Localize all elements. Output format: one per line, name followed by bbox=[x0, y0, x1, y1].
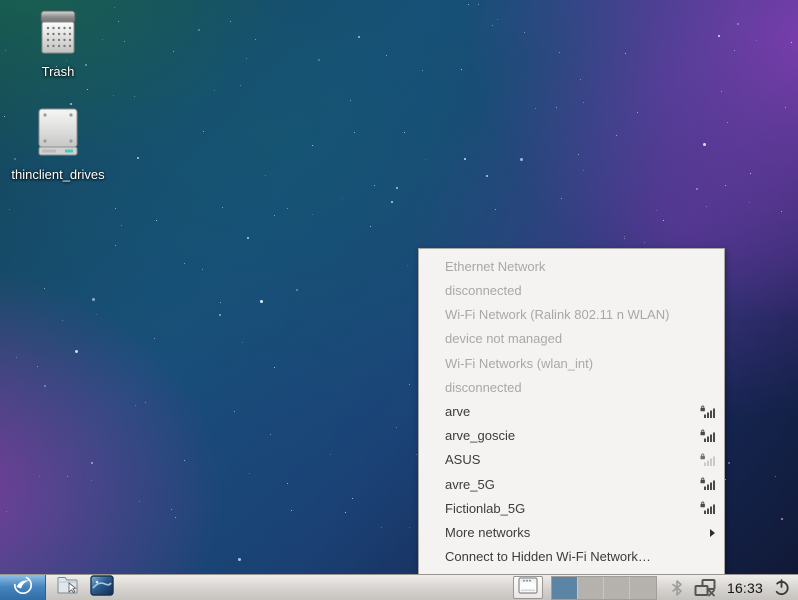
bluetooth-icon[interactable] bbox=[671, 580, 683, 596]
menu-item-label: Fictionlab_5G bbox=[445, 501, 700, 516]
workspace-cell-1[interactable] bbox=[552, 577, 578, 599]
window-list-button[interactable] bbox=[513, 576, 543, 599]
network-disconnected-icon[interactable] bbox=[693, 578, 717, 597]
wifi-signal-strong-secured-icon bbox=[700, 501, 715, 515]
taskbar: 16:33 bbox=[0, 574, 798, 600]
menu-item-label: Ethernet Network bbox=[445, 259, 715, 274]
menu-item-label: arve bbox=[445, 404, 700, 419]
wifi-signal-weak-secured-icon bbox=[700, 453, 715, 467]
window-icon bbox=[518, 577, 538, 599]
power-button-icon[interactable] bbox=[773, 579, 790, 596]
workspace-cell-3[interactable] bbox=[604, 577, 630, 599]
submenu-arrow-icon bbox=[710, 529, 715, 537]
network-menu-item[interactable]: Connect to Hidden Wi-Fi Network… bbox=[419, 545, 724, 569]
start-menu-button[interactable] bbox=[0, 575, 46, 600]
system-tray: 16:33 bbox=[671, 578, 790, 597]
file-manager-button[interactable] bbox=[55, 576, 80, 600]
menu-item-label: Wi-Fi Network (Ralink 802.11 n WLAN) bbox=[445, 307, 715, 322]
network-menu-item: Wi-Fi Network (Ralink 802.11 n WLAN) bbox=[419, 302, 724, 326]
network-menu-item: Ethernet Network bbox=[419, 254, 724, 278]
desktop-icon-trash[interactable]: Trash bbox=[0, 10, 116, 79]
desktop-preview-icon bbox=[90, 575, 114, 600]
wifi-signal-strong-secured-icon bbox=[700, 477, 715, 491]
wifi-signal-strong-secured-icon bbox=[700, 429, 715, 443]
trash-icon bbox=[39, 10, 77, 59]
lubuntu-logo-icon bbox=[12, 574, 34, 600]
wifi-signal-strong-secured-icon bbox=[700, 405, 715, 419]
network-menu-item[interactable]: Fictionlab_5G bbox=[419, 496, 724, 520]
desktop-icon-label: Trash bbox=[42, 64, 75, 79]
folder-icon bbox=[57, 575, 79, 600]
desktop-icon-label: thinclient_drives bbox=[11, 167, 104, 182]
desktop-icon-thinclient-drives[interactable]: thinclient_drives bbox=[0, 107, 116, 182]
network-menu-item: Wi-Fi Networks (wlan_int) bbox=[419, 351, 724, 375]
network-menu-item: device not managed bbox=[419, 327, 724, 351]
network-menu-item[interactable]: More networks bbox=[419, 521, 724, 545]
workspace-cell-4[interactable] bbox=[630, 577, 656, 599]
menu-item-label: Connect to Hidden Wi-Fi Network… bbox=[445, 549, 715, 564]
menu-item-label: arve_goscie bbox=[445, 428, 700, 443]
menu-item-label: More networks bbox=[445, 525, 710, 540]
show-desktop-button[interactable] bbox=[89, 576, 114, 600]
workspace-pager bbox=[551, 576, 657, 600]
menu-item-label: avre_5G bbox=[445, 477, 700, 492]
network-menu-item[interactable]: arve bbox=[419, 399, 724, 423]
workspace-cell-2[interactable] bbox=[578, 577, 604, 599]
taskbar-clock[interactable]: 16:33 bbox=[727, 580, 763, 596]
network-menu-item[interactable]: arve_goscie bbox=[419, 424, 724, 448]
menu-item-label: disconnected bbox=[445, 283, 715, 298]
hard-drive-icon bbox=[37, 107, 79, 162]
menu-item-label: device not managed bbox=[445, 331, 715, 346]
network-menu-item[interactable]: avre_5G bbox=[419, 472, 724, 496]
network-menu-item: disconnected bbox=[419, 375, 724, 399]
menu-item-label: ASUS bbox=[445, 452, 700, 467]
menu-item-label: Wi-Fi Networks (wlan_int) bbox=[445, 356, 715, 371]
desktop: Trash thinclient_drives Ethernet Network… bbox=[0, 0, 798, 600]
network-menu-item: disconnected bbox=[419, 278, 724, 302]
network-menu-item[interactable]: ASUS bbox=[419, 448, 724, 472]
menu-item-label: disconnected bbox=[445, 380, 715, 395]
network-menu: Ethernet Network disconnected Wi-Fi Networ… bbox=[418, 248, 725, 575]
